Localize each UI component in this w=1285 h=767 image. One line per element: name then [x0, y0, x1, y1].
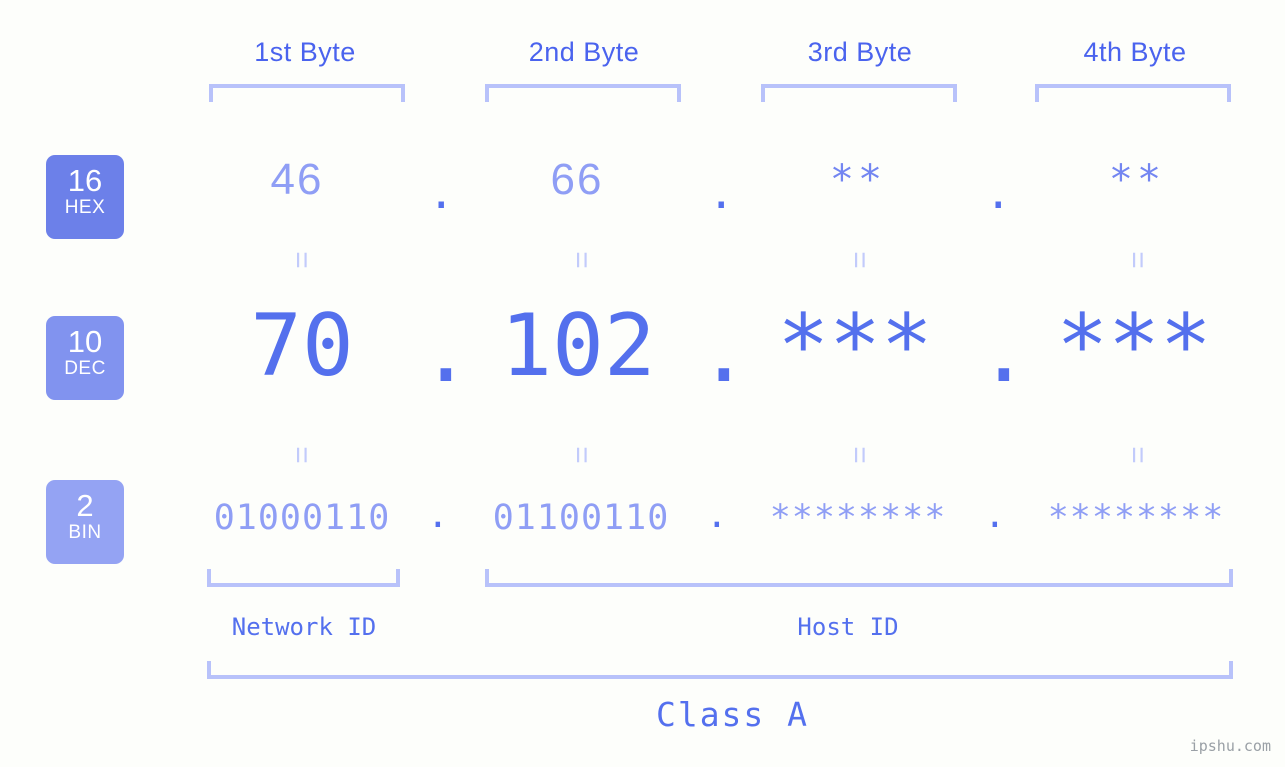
base-badge-bin-number: 2: [76, 488, 94, 523]
dec-separator-3: .: [978, 302, 1030, 402]
ip-breakdown-diagram: 1st Byte 2nd Byte 3rd Byte 4th Byte 16 H…: [0, 0, 1285, 767]
byte-header-4: 4th Byte: [1083, 37, 1187, 67]
equality-mark-hex-dec-4: =: [1121, 251, 1154, 269]
base-badge-bin-label: BIN: [68, 522, 102, 543]
equality-mark-hex-dec-3: =: [843, 251, 876, 269]
bin-byte-2: 01100110: [492, 498, 670, 538]
byte-bracket-4: [1035, 84, 1231, 102]
base-badge-hex-number: 16: [67, 163, 103, 198]
hex-byte-3: **: [829, 157, 887, 203]
equality-mark-dec-bin-4: =: [1121, 446, 1154, 464]
byte-header-1: 1st Byte: [254, 37, 356, 67]
class-label: Class A: [655, 695, 810, 734]
equality-mark-hex-dec-1: =: [285, 251, 318, 269]
hex-separator-3: .: [985, 168, 1014, 219]
equality-mark-dec-bin-1: =: [285, 446, 318, 464]
base-badge-dec-number: 10: [67, 324, 103, 359]
byte-bracket-1: [209, 84, 405, 102]
dec-byte-3: ***: [777, 296, 933, 396]
base-badge-dec[interactable]: 10 DEC: [46, 316, 124, 400]
dec-byte-4: ***: [1056, 296, 1212, 396]
byte-bracket-2: [485, 84, 681, 102]
hex-byte-2: 66: [550, 155, 604, 204]
host-id-label: Host ID: [797, 613, 899, 641]
base-badge-hex-label: HEX: [64, 197, 106, 218]
dec-byte-1: 70: [250, 296, 354, 396]
network-id-bracket: [207, 569, 400, 587]
bin-byte-4: ********: [1047, 498, 1225, 538]
byte-header-3: 3rd Byte: [807, 37, 913, 67]
class-bracket: [207, 661, 1233, 679]
hex-separator-1: .: [428, 168, 457, 219]
dec-separator-1: .: [420, 302, 472, 402]
equality-mark-dec-bin-3: =: [843, 446, 876, 464]
byte-header-2: 2nd Byte: [528, 37, 640, 67]
dec-separator-2: .: [698, 302, 750, 402]
bin-byte-1: 01000110: [213, 498, 391, 538]
equality-mark-hex-dec-2: =: [565, 251, 598, 269]
byte-bracket-3: [761, 84, 957, 102]
host-id-bracket: [485, 569, 1233, 587]
network-id-label: Network ID: [231, 613, 377, 641]
base-badge-dec-label: DEC: [64, 358, 106, 379]
hex-byte-4: **: [1108, 157, 1166, 203]
bin-separator-1: .: [427, 495, 450, 536]
hex-byte-1: 46: [270, 155, 324, 204]
bin-byte-3: ********: [769, 498, 947, 538]
hex-separator-2: .: [708, 168, 737, 219]
base-badge-bin[interactable]: 2 BIN: [46, 480, 124, 564]
equality-mark-dec-bin-2: =: [565, 446, 598, 464]
base-badge-hex[interactable]: 16 HEX: [46, 155, 124, 239]
dec-byte-2: 102: [500, 296, 656, 396]
site-watermark: ipshu.com: [1189, 737, 1271, 755]
bin-separator-2: .: [706, 495, 729, 536]
bin-separator-3: .: [984, 495, 1007, 536]
